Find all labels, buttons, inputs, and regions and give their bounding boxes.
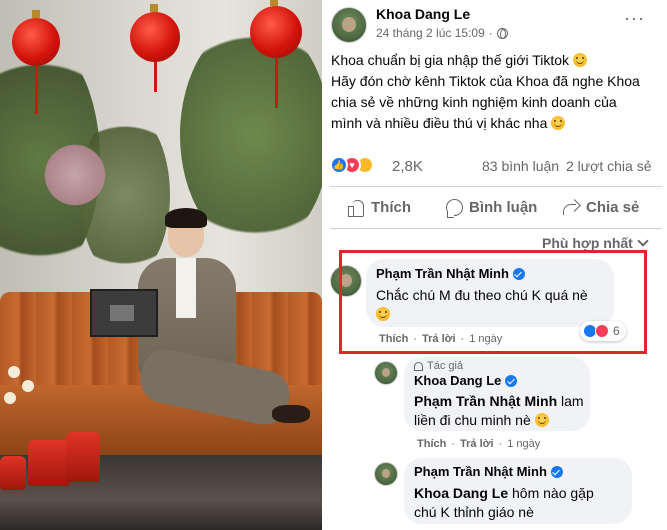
post-panel: Khoa Dang Le 24 tháng 2 lúc 15:09 · ··· … xyxy=(322,0,667,530)
share-arrow-icon xyxy=(562,200,580,216)
photo-orchid xyxy=(4,392,16,404)
comment-count[interactable]: 83 bình luận xyxy=(482,158,559,174)
post-timestamp[interactable]: 24 tháng 2 lúc 15:09 xyxy=(376,26,485,40)
photo-orchid xyxy=(8,366,20,378)
reply-text-part: hôm nào gặp xyxy=(508,485,594,501)
separator: · xyxy=(498,438,503,450)
divider xyxy=(330,228,662,229)
reply-author-name[interactable]: Phạm Trần Nhật Minh xyxy=(414,464,563,479)
thumbs-up-icon xyxy=(348,199,365,217)
mention-link[interactable]: Phạm Trần Nhật Minh xyxy=(414,393,557,409)
highlight-box xyxy=(339,250,647,354)
post-meta: 24 tháng 2 lúc 15:09 · xyxy=(376,26,508,40)
post-text-line: Khoa chuẩn bị gia nhập thế giới Tiktok xyxy=(331,50,661,71)
like-button[interactable]: Thích xyxy=(348,199,411,217)
more-options-icon[interactable]: ··· xyxy=(624,8,645,29)
reply-author-avatar[interactable] xyxy=(374,361,398,385)
reply-author-avatar[interactable] xyxy=(374,462,398,486)
post-text-line: mình và nhiều điều thú vị khác nha xyxy=(331,113,661,134)
comment-sort-label: Phù hợp nhất xyxy=(542,235,633,251)
post-meta-separator: · xyxy=(488,26,493,40)
post-author-name[interactable]: Khoa Dang Le xyxy=(376,6,470,22)
photo-flowers xyxy=(40,140,110,210)
lantern-icon xyxy=(250,0,302,58)
comment-button[interactable]: Bình luận xyxy=(446,199,538,218)
photo-person-hair xyxy=(165,208,207,228)
separator: · xyxy=(451,438,456,450)
laptop-logo-blur xyxy=(110,305,134,321)
comment-button-label: Bình luận xyxy=(469,199,538,216)
photo-gift-box xyxy=(0,456,26,490)
post-text-line: chia sẻ về những kinh nghiệm kinh doanh … xyxy=(331,94,617,110)
reply-author-name[interactable]: Khoa Dang Le xyxy=(414,373,518,388)
comment-sort-dropdown[interactable]: Phù hợp nhất xyxy=(542,235,649,251)
globe-icon xyxy=(496,27,508,39)
verified-badge-icon xyxy=(550,465,563,478)
post-text-line: Hãy đón chờ kênh Tiktok của Khoa đã nghe… xyxy=(331,73,640,89)
reply-text-part: lam xyxy=(557,393,584,409)
reply-text-part: liền đi chu minh nè xyxy=(414,412,531,428)
share-count[interactable]: 2 lượt chia sẻ xyxy=(566,158,651,174)
author-tag-label: Tác giả xyxy=(427,360,464,372)
photo-person-shirt xyxy=(176,258,196,318)
photo-person-shoe xyxy=(272,405,310,423)
photo-orchid xyxy=(22,380,34,392)
chevron-down-icon xyxy=(637,235,649,247)
lantern-tassel xyxy=(35,66,38,114)
mention-link[interactable]: Khoa Dang Le xyxy=(414,485,508,501)
post-body: Khoa chuẩn bị gia nhập thế giới Tiktok H… xyxy=(331,50,661,134)
lantern-icon xyxy=(12,10,60,66)
reply-reply-link[interactable]: Trả lời xyxy=(460,438,494,450)
divider xyxy=(330,186,662,187)
smile-emoji-icon xyxy=(534,413,549,427)
photo-gift-box xyxy=(66,432,100,482)
reply-text: Khoa Dang Le hôm nào gặp chú K thỉnh giá… xyxy=(414,484,628,522)
reply-text: Phạm Trần Nhật Minh lam liền đi chu minh… xyxy=(414,392,586,430)
smile-emoji-icon xyxy=(551,116,566,130)
lantern-tassel xyxy=(275,58,278,108)
like-button-label: Thích xyxy=(371,199,411,216)
like-reaction-icon: 👍 xyxy=(330,156,348,174)
reply-actions: Thích · Trả lời · 1 ngày xyxy=(417,438,540,450)
reaction-icons[interactable]: 👍 ♥ xyxy=(330,156,374,174)
lantern-tassel xyxy=(154,62,157,92)
reply-time[interactable]: 1 ngày xyxy=(507,438,540,450)
author-tag-icon xyxy=(414,361,423,371)
reply-text-part: chú K thỉnh giáo nè xyxy=(414,504,534,520)
share-button[interactable]: Chia sẻ xyxy=(562,199,639,216)
verified-badge-icon xyxy=(505,374,518,387)
post-photo[interactable] xyxy=(0,0,322,530)
comment-bubble-icon xyxy=(446,199,463,218)
lantern-icon xyxy=(130,4,180,62)
share-button-label: Chia sẻ xyxy=(586,199,640,216)
reaction-count[interactable]: 2,8K xyxy=(392,158,423,175)
author-tag: Tác giả xyxy=(414,360,463,372)
photo-gift-box xyxy=(28,440,70,486)
reply-like-link[interactable]: Thích xyxy=(417,438,446,450)
author-avatar[interactable] xyxy=(331,7,367,43)
smile-emoji-icon xyxy=(572,53,587,67)
